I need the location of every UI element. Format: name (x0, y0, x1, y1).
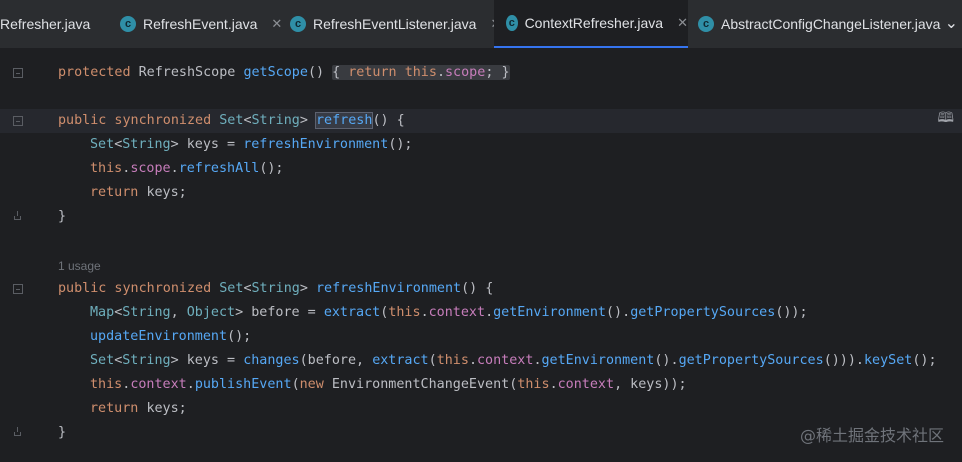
code-line: public synchronized Set<String> refresh(… (58, 112, 405, 129)
watermark: @稀土掘金技术社区 (799, 426, 944, 445)
class-icon: c (506, 15, 518, 31)
code-line: public synchronized Set<String> refreshE… (58, 281, 494, 296)
usage-hint[interactable]: 1 usage (58, 259, 101, 273)
tab-label: RefreshEvent.java (143, 16, 258, 32)
tab-refresh-event-listener[interactable]: c RefreshEventListener.java ✕ (290, 0, 501, 48)
tab-label: AbstractConfigChangeListener.java (721, 16, 941, 32)
tab-refresh-event[interactable]: c RefreshEvent.java ✕ (120, 0, 282, 48)
class-icon: c (698, 16, 714, 32)
close-icon[interactable]: ✕ (677, 15, 688, 31)
code-line: Map<String, Object> before = extract(thi… (90, 305, 808, 320)
code-line: return keys; (90, 185, 187, 200)
code-line: } (58, 209, 67, 224)
tab-label: RefreshEventListener.java (313, 16, 477, 32)
fold-end-icon[interactable] (13, 211, 23, 221)
tab-abstract-config-change-listener[interactable]: c AbstractConfigChangeListener.java (698, 0, 940, 48)
fold-icon[interactable] (13, 116, 23, 126)
code-line: Set<String> keys = changes(before, extra… (90, 353, 937, 368)
tab-overflow-chevron-icon[interactable]: ⌄ (945, 13, 958, 33)
code-line: this.scope.refreshAll(); (90, 161, 284, 176)
tab-label: Refresher.java (0, 16, 91, 32)
class-icon: c (290, 16, 306, 32)
tab-refresher[interactable]: Refresher.java (0, 0, 108, 48)
tab-context-refresher[interactable]: c ContextRefresher.java ✕ (494, 0, 688, 48)
code-line: updateEnvironment(); (90, 329, 252, 344)
editor-tab-bar: Refresher.java c RefreshEvent.java ✕ c R… (0, 0, 962, 49)
class-icon: c (120, 16, 136, 32)
code-line: return keys; (90, 401, 187, 416)
fold-icon[interactable] (13, 284, 23, 294)
code-line: Set<String> keys = refreshEnvironment(); (90, 137, 413, 152)
code-line: } (58, 425, 67, 440)
close-icon[interactable]: ✕ (271, 16, 282, 32)
fold-end-icon[interactable] (13, 427, 23, 437)
tab-label: ContextRefresher.java (524, 15, 664, 31)
fold-icon[interactable] (13, 68, 23, 78)
code-editor[interactable]: 🕮 protected RefreshScope getScope() { re… (0, 49, 962, 462)
code-line: protected RefreshScope getScope() { retu… (58, 65, 510, 80)
code-line: this.context.publishEvent(new Environmen… (90, 377, 687, 392)
reader-mode-icon[interactable]: 🕮 (937, 107, 954, 131)
